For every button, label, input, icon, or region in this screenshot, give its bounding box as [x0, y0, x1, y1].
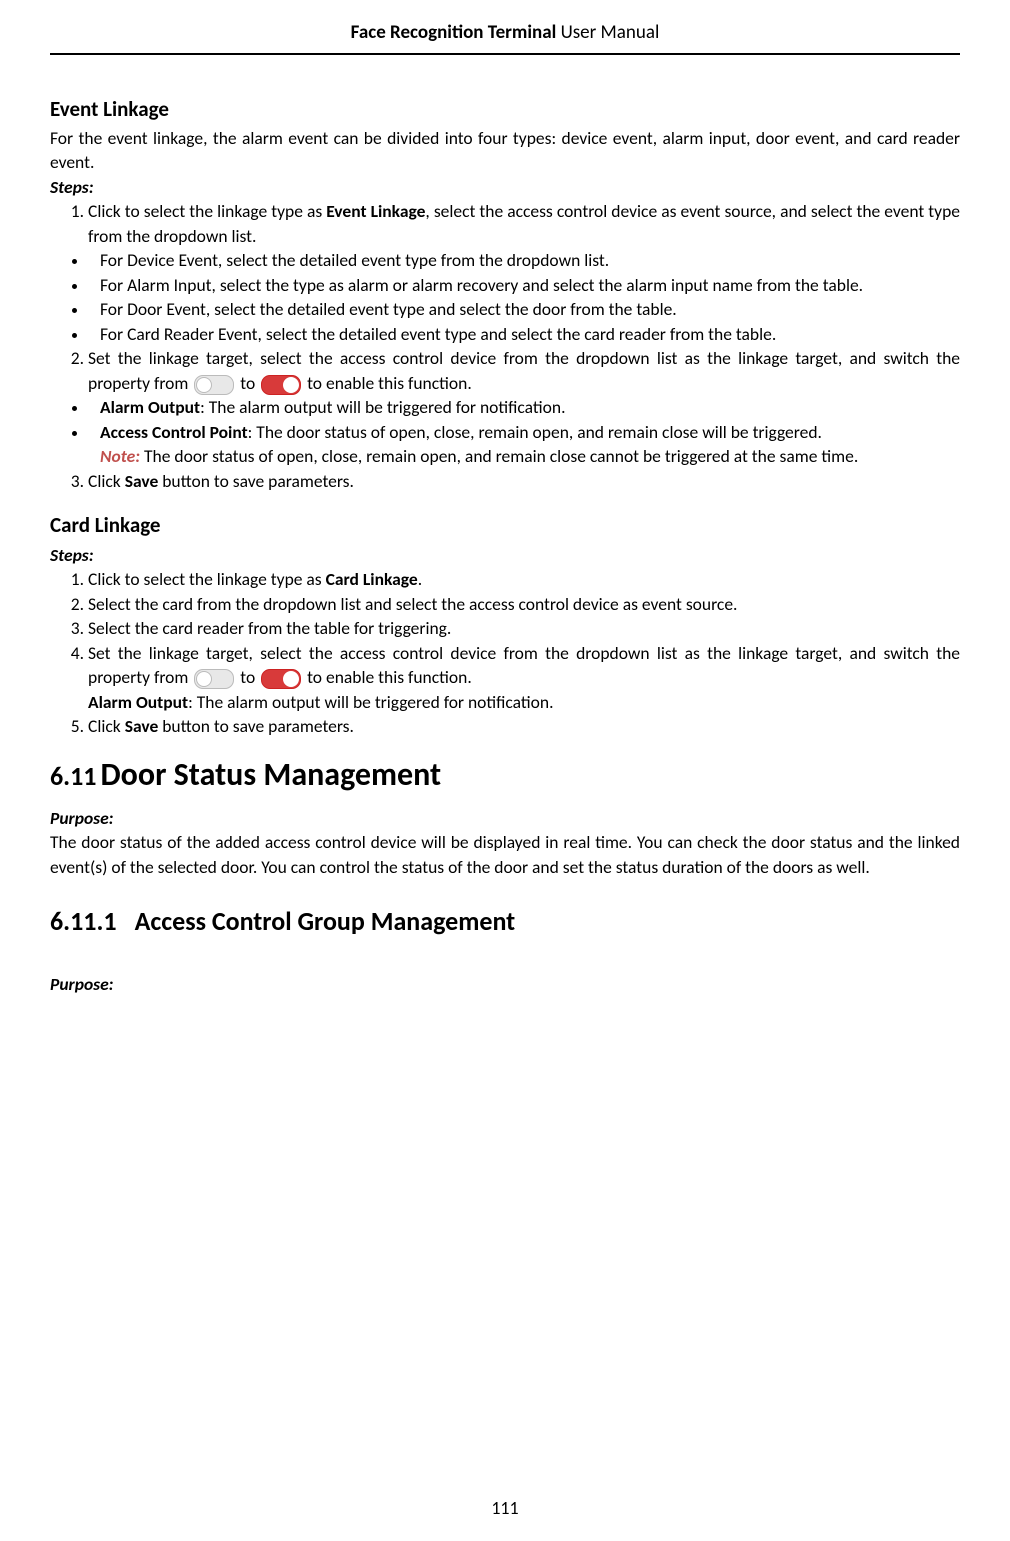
- purpose-label-611: Purpose:: [50, 806, 960, 831]
- page-footer: 111: [0, 1496, 1010, 1521]
- steps-label-card: Steps:: [50, 543, 960, 568]
- event-bullet-door: For Door Event, select the detailed even…: [88, 297, 960, 322]
- header-title-bold: Face Recognition Terminal: [351, 21, 557, 44]
- heading-6-11-1: 6.11.1Access Control Group Management: [50, 903, 960, 939]
- event-linkage-intro: For the event linkage, the alarm event c…: [50, 126, 960, 175]
- toggle-on-icon: [261, 375, 301, 395]
- event-step-3: Click Save button to save parameters.: [88, 469, 960, 494]
- purpose-label-6111: Purpose:: [50, 972, 960, 997]
- toggle-off-icon: [194, 669, 234, 689]
- event-bullet-access-control-point: Access Control Point: The door status of…: [88, 420, 960, 469]
- page-header: Face Recognition Terminal User Manual: [50, 20, 960, 55]
- heading-6-11: 6.11Door Status Management: [50, 753, 960, 798]
- event-bullet-card-reader: For Card Reader Event, select the detail…: [88, 322, 960, 347]
- heading-card-linkage: Card Linkage: [50, 511, 960, 540]
- toggle-on-icon: [261, 669, 301, 689]
- event-bullet-alarm-input: For Alarm Input, select the type as alar…: [88, 273, 960, 298]
- event-bullet-device: For Device Event, select the detailed ev…: [88, 248, 960, 273]
- event-step-2: Set the linkage target, select the acces…: [88, 346, 960, 395]
- heading-event-linkage: Event Linkage: [50, 95, 960, 124]
- card-step-2: Select the card from the dropdown list a…: [88, 592, 960, 617]
- steps-label: Steps:: [50, 175, 960, 200]
- card-step-5: Click Save button to save parameters.: [88, 714, 960, 739]
- card-step-1: Click to select the linkage type as Card…: [88, 567, 960, 592]
- header-title-regular: User Manual: [561, 21, 660, 44]
- purpose-text-611: The door status of the added access cont…: [50, 830, 960, 879]
- event-step-1: Click to select the linkage type as Even…: [88, 199, 960, 248]
- card-step-3: Select the card reader from the table fo…: [88, 616, 960, 641]
- note-label: Note:: [100, 445, 140, 467]
- event-bullet-alarm-output: Alarm Output: The alarm output will be t…: [88, 395, 960, 420]
- toggle-off-icon: [194, 375, 234, 395]
- card-step-4: Set the linkage target, select the acces…: [88, 641, 960, 715]
